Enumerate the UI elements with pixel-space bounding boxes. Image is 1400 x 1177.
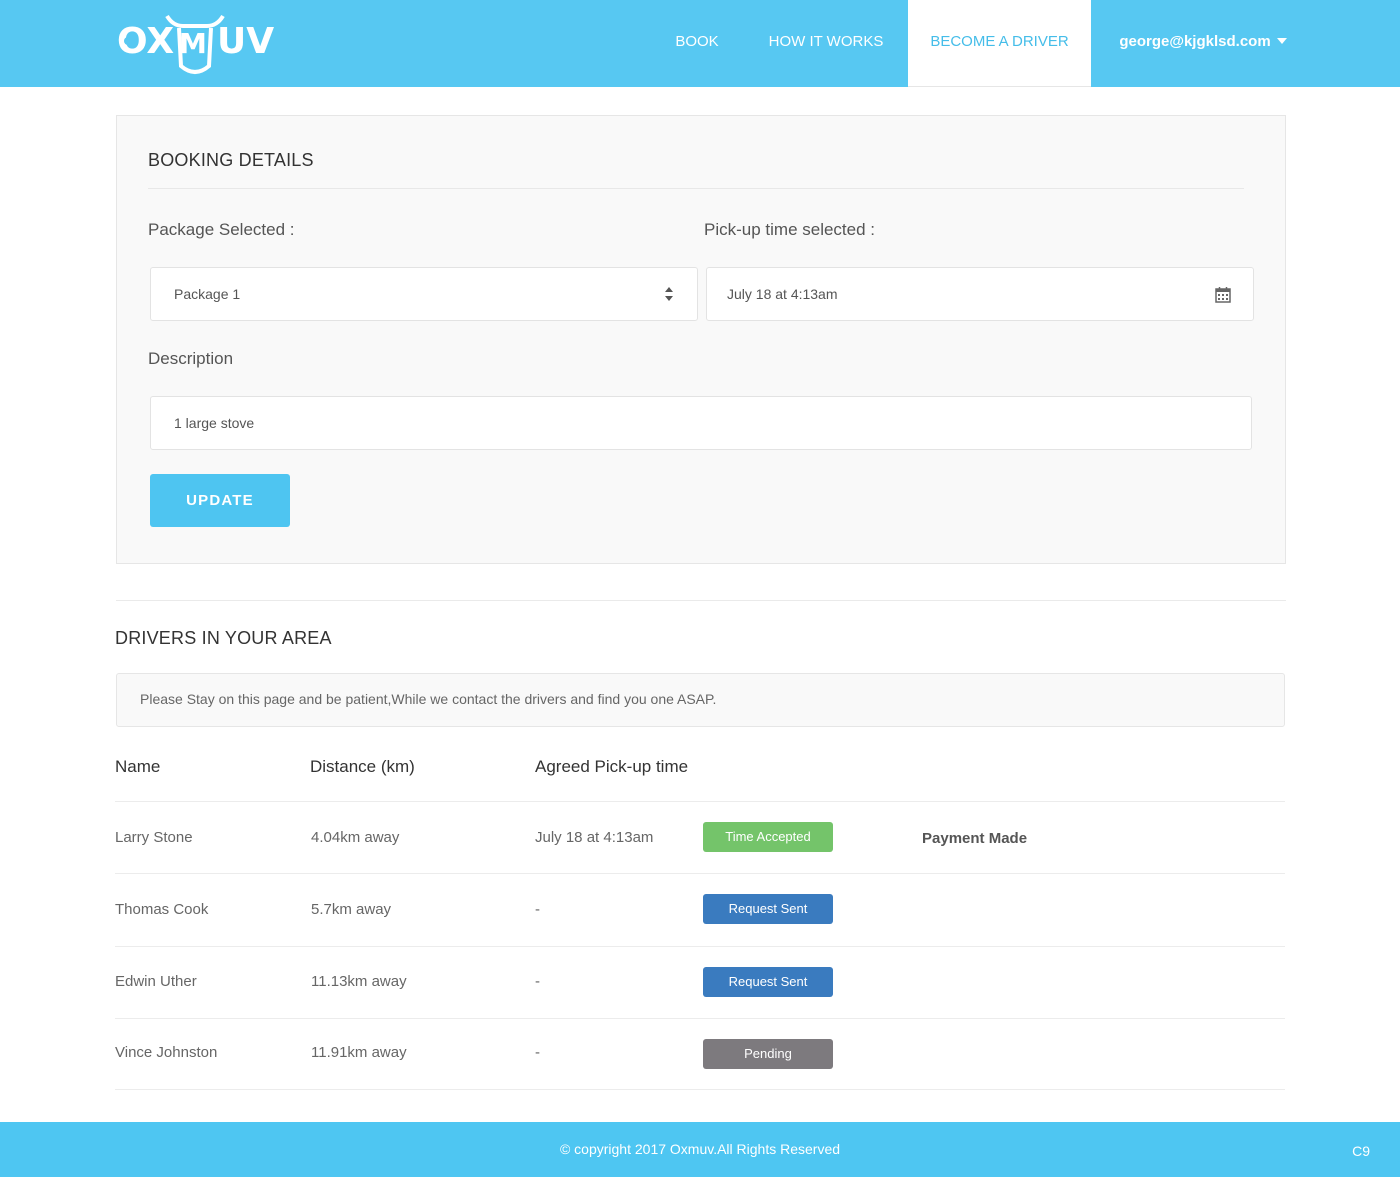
driver-distance: 11.91km away	[311, 1044, 407, 1061]
driver-name: Larry Stone	[115, 829, 193, 846]
status-badge: Time Accepted	[703, 822, 833, 852]
description-input[interactable]: 1 large stove	[150, 396, 1252, 450]
table-row: Thomas Cook 5.7km away - Request Sent	[115, 873, 1285, 946]
driver-name: Vince Johnston	[115, 1044, 218, 1061]
driver-pickup-time: -	[535, 901, 540, 918]
column-header-name: Name	[115, 757, 161, 776]
column-header-pickup-time: Agreed Pick-up time	[535, 757, 689, 776]
driver-pickup-time: -	[535, 1044, 540, 1061]
section-divider	[116, 600, 1286, 601]
table-row: Vince Johnston 11.91km away - Pending	[115, 1018, 1285, 1090]
panel-divider	[148, 188, 1244, 189]
top-navbar: OX UV M BOOK HOW IT WORKS BECOME A DRIVE…	[0, 0, 1400, 87]
main-nav: BOOK HOW IT WORKS BECOME A DRIVER george…	[0, 0, 1400, 87]
status-badge: Pending	[703, 1039, 833, 1069]
pickup-time-value: July 18 at 4:13am	[727, 286, 838, 302]
driver-name: Edwin Uther	[115, 973, 197, 990]
pickup-time-label: Pick-up time selected :	[704, 220, 876, 239]
description-label: Description	[148, 349, 234, 368]
user-menu[interactable]: george@kjgklsd.com	[1108, 0, 1298, 87]
copyright-text: © copyright 2017 Oxmuv.All Rights Reserv…	[559, 1141, 841, 1157]
calendar-icon	[1215, 287, 1231, 303]
pickup-time-field[interactable]: July 18 at 4:13am	[706, 267, 1254, 321]
status-badge: Request Sent	[703, 894, 833, 924]
caret-down-icon	[1276, 38, 1287, 44]
driver-distance: 4.04km away	[311, 829, 400, 846]
driver-distance: 11.13km away	[311, 973, 407, 990]
footer: © copyright 2017 Oxmuv.All Rights Reserv…	[0, 1122, 1400, 1177]
drivers-section-title: DRIVERS IN YOUR AREA	[115, 628, 332, 648]
package-select[interactable]: Package 1	[150, 267, 698, 321]
update-button[interactable]: UPDATE	[150, 474, 290, 527]
package-select-value: Package 1	[174, 286, 241, 302]
user-email: george@kjgklsd.com	[1119, 33, 1271, 50]
nav-become-driver[interactable]: BECOME A DRIVER	[908, 0, 1091, 87]
status-badge: Request Sent	[703, 967, 833, 997]
table-row: Larry Stone 4.04km away July 18 at 4:13a…	[115, 801, 1285, 873]
package-label: Package Selected :	[148, 220, 295, 239]
driver-distance: 5.7km away	[311, 901, 392, 918]
column-header-distance: Distance (km)	[310, 757, 415, 776]
booking-details-panel: BOOKING DETAILS Package Selected : Pick-…	[116, 115, 1286, 564]
payment-status: Payment Made	[922, 830, 1028, 847]
version-label: C9	[1352, 1143, 1370, 1159]
nav-how-it-works[interactable]: HOW IT WORKS	[756, 0, 896, 87]
nav-book[interactable]: BOOK	[664, 0, 730, 87]
driver-pickup-time: -	[535, 973, 540, 990]
sort-arrows-icon	[665, 287, 673, 301]
booking-details-title: BOOKING DETAILS	[148, 150, 314, 170]
table-row: Edwin Uther 11.13km away - Request Sent	[115, 946, 1285, 1018]
waiting-notice: Please Stay on this page and be patient,…	[116, 673, 1285, 727]
description-value: 1 large stove	[174, 415, 255, 431]
driver-pickup-time: July 18 at 4:13am	[535, 829, 654, 846]
driver-name: Thomas Cook	[115, 901, 209, 918]
